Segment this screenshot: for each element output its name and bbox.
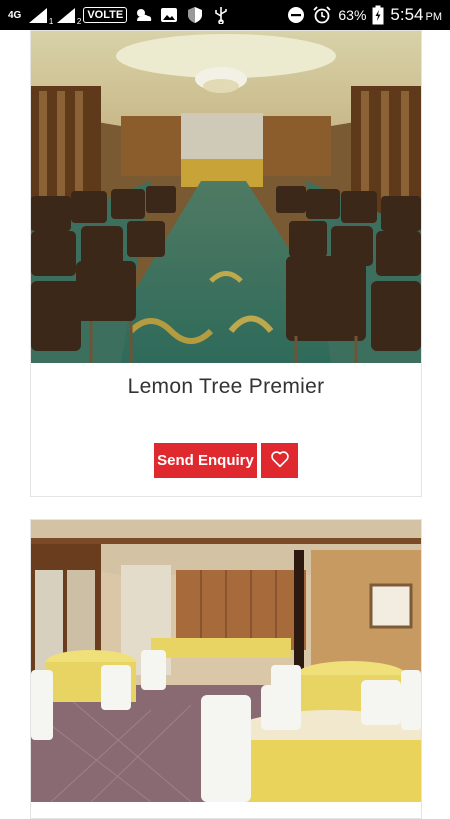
venue-title: Lemon Tree Premier	[127, 375, 325, 398]
clock-ampm: PM	[425, 11, 443, 23]
clock: 5:54 PM	[390, 5, 442, 25]
gallery-icon	[159, 6, 179, 24]
signal-sim2-icon: 2	[55, 6, 81, 26]
venue-photo[interactable]	[31, 520, 421, 802]
clock-time: 5:54	[390, 5, 424, 24]
volte-badge: VOLTE	[83, 7, 128, 23]
alarm-icon	[312, 6, 332, 24]
weather-icon	[133, 6, 153, 24]
venue-card[interactable]	[30, 519, 422, 819]
status-bar: 4G 1 2 VOLTE 63% 5:54 PM	[0, 0, 450, 30]
venue-actions: Send Enquiry	[31, 443, 421, 478]
status-right: 63% 5:54 PM	[286, 5, 442, 25]
status-left: 4G 1 2 VOLTE	[8, 6, 231, 26]
network-type: 4G	[8, 9, 22, 21]
usb-icon	[211, 6, 231, 24]
do-not-disturb-icon	[286, 6, 306, 24]
battery-percent: 63%	[338, 7, 367, 23]
sim1-label: 1	[48, 17, 54, 26]
send-enquiry-button[interactable]: Send Enquiry	[154, 443, 257, 478]
shield-icon	[185, 6, 205, 24]
heart-icon	[270, 450, 290, 471]
venue-photo[interactable]	[31, 31, 421, 363]
sim2-label: 2	[76, 17, 82, 26]
venue-card[interactable]: Lemon Tree Premier Send Enquiry	[30, 30, 422, 497]
chairs-right	[276, 186, 421, 351]
favorite-button[interactable]	[261, 443, 298, 478]
battery-charging-icon	[372, 5, 384, 25]
signal-sim1-icon: 1	[27, 6, 53, 26]
